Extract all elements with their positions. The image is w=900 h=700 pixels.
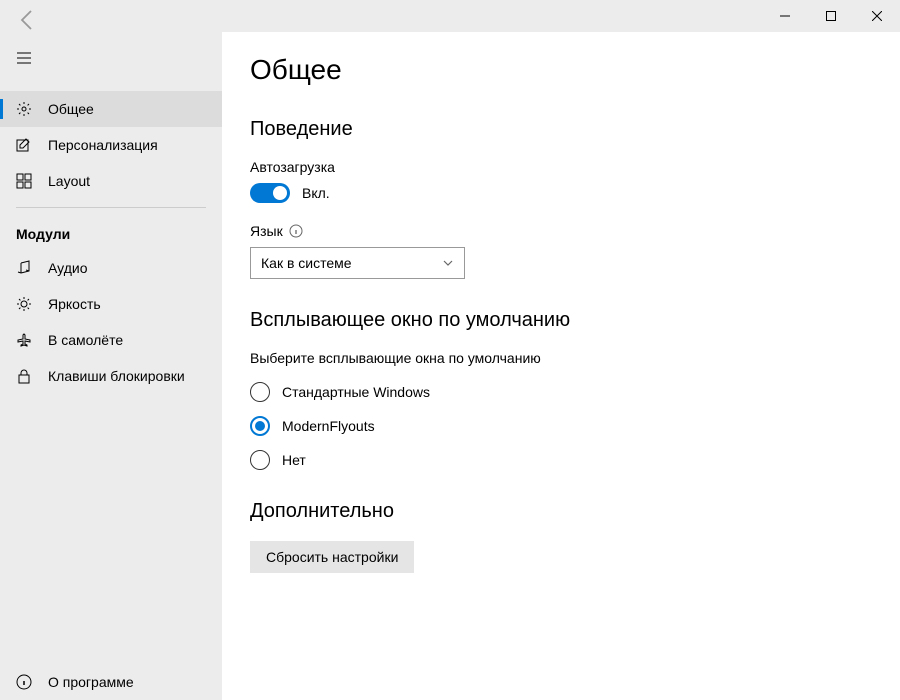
maximize-button[interactable]: [808, 0, 854, 32]
modules-section-label: Модули: [0, 216, 222, 250]
radio-indicator: [250, 416, 270, 436]
radio-indicator: [250, 450, 270, 470]
sidebar-item-airplane[interactable]: В самолёте: [0, 322, 222, 358]
behavior-title: Поведение: [250, 118, 860, 141]
sidebar-item-label: Персонализация: [48, 137, 158, 153]
window-controls: [762, 0, 900, 32]
page-title: Общее: [250, 54, 860, 86]
radio-none[interactable]: Нет: [250, 450, 860, 470]
titlebar: [0, 0, 900, 32]
sidebar-item-general[interactable]: Общее: [0, 91, 222, 127]
radio-windows[interactable]: Стандартные Windows: [250, 382, 860, 402]
sidebar-item-label: Layout: [48, 173, 90, 189]
airplane-icon: [16, 332, 32, 348]
minimize-button[interactable]: [762, 0, 808, 32]
back-button[interactable]: [16, 8, 40, 32]
sidebar-item-personalization[interactable]: Персонализация: [0, 127, 222, 163]
language-dropdown[interactable]: Как в системе: [250, 247, 465, 279]
radio-label: Стандартные Windows: [282, 384, 430, 400]
info-icon: [16, 674, 32, 690]
main-content: Общее Поведение Автозагрузка Вкл. Язык К…: [222, 32, 900, 700]
chevron-down-icon: [442, 257, 454, 269]
sidebar-item-lock-keys[interactable]: Клавиши блокировки: [0, 358, 222, 394]
autostart-state: Вкл.: [302, 185, 330, 201]
autostart-toggle[interactable]: [250, 183, 290, 203]
sidebar-item-about[interactable]: О программе: [0, 664, 222, 700]
sidebar-item-label: Яркость: [48, 296, 101, 312]
sidebar-item-label: Общее: [48, 101, 94, 117]
radio-label: Нет: [282, 452, 306, 468]
radio-modernflyouts[interactable]: ModernFlyouts: [250, 416, 860, 436]
sidebar-item-label: Клавиши блокировки: [48, 368, 185, 384]
lock-icon: [16, 368, 32, 384]
gear-icon: [16, 101, 32, 117]
dropdown-value: Как в системе: [261, 255, 352, 271]
edit-icon: [16, 137, 32, 153]
radio-indicator: [250, 382, 270, 402]
sidebar-item-label: В самолёте: [48, 332, 123, 348]
hamburger-button[interactable]: [0, 42, 222, 79]
sidebar: Общее Персонализация Layout Модули Аудио: [0, 32, 222, 700]
default-flyout-title: Всплывающее окно по умолчанию: [250, 309, 860, 332]
sidebar-item-layout[interactable]: Layout: [0, 163, 222, 199]
info-icon: [289, 224, 303, 238]
radio-label: ModernFlyouts: [282, 418, 375, 434]
close-button[interactable]: [854, 0, 900, 32]
language-label: Язык: [250, 223, 860, 239]
brightness-icon: [16, 296, 32, 312]
sidebar-item-brightness[interactable]: Яркость: [0, 286, 222, 322]
audio-icon: [16, 260, 32, 276]
sidebar-item-label: О программе: [48, 674, 134, 690]
default-flyout-desc: Выберите всплывающие окна по умолчанию: [250, 350, 860, 366]
autostart-label: Автозагрузка: [250, 159, 860, 175]
sidebar-item-audio[interactable]: Аудио: [0, 250, 222, 286]
reset-button[interactable]: Сбросить настройки: [250, 541, 414, 573]
sidebar-item-label: Аудио: [48, 260, 88, 276]
layout-icon: [16, 173, 32, 189]
advanced-title: Дополнительно: [250, 500, 860, 523]
divider: [16, 207, 206, 208]
